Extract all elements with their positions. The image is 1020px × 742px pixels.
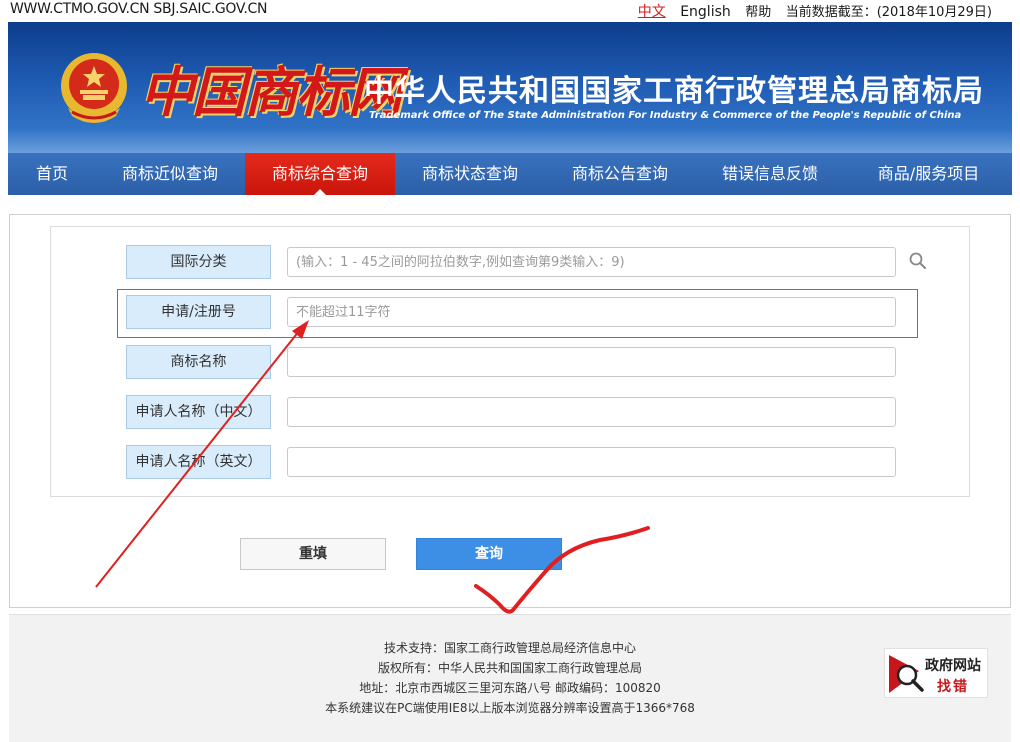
main-nav: 首页 商标近似查询 商标综合查询 商标状态查询 商标公告查询 错误信息反馈 商品… <box>8 153 1012 195</box>
label-intl-class: 国际分类 <box>126 245 271 279</box>
reset-button[interactable]: 重填 <box>240 538 386 570</box>
government-site-error-report-icon <box>889 655 924 693</box>
top-bar-right: 中文 English 帮助 当前数据截至：(2018年10月29日) <box>628 1 992 21</box>
nav-home[interactable]: 首页 <box>8 153 96 195</box>
national-emblem-icon <box>61 53 127 123</box>
top-bar: WWW.CTMO.GOV.CN SBJ.SAIC.GOV.CN 中文 Engli… <box>8 0 1012 22</box>
footer-address: 地址：北京市西城区三里河东路八号 邮政编码：100820 <box>359 681 661 695</box>
query-button[interactable]: 查询 <box>416 538 562 570</box>
site-banner: 中国商标网 中华人民共和国国家工商行政管理总局商标局 Trademark Off… <box>8 22 1012 153</box>
site-logo-calligraphy[interactable]: 中国商标网 <box>140 48 402 127</box>
intl-class-input[interactable] <box>287 247 896 277</box>
nav-similar-search[interactable]: 商标近似查询 <box>96 153 244 195</box>
label-applicant-cn: 申请人名称（中文） <box>126 395 271 429</box>
banner-gloss <box>8 129 1012 153</box>
page: WWW.CTMO.GOV.CN SBJ.SAIC.GOV.CN 中文 Engli… <box>0 0 1020 742</box>
footer-tech-support: 技术支持：国家工商行政管理总局经济信息中心 <box>383 641 636 655</box>
search-icon[interactable] <box>908 251 928 271</box>
badge-line2: 找错 <box>937 679 969 695</box>
lang-en-link[interactable]: English <box>680 4 731 20</box>
active-caret-icon <box>314 189 326 195</box>
label-reg-number: 申请/注册号 <box>126 295 271 329</box>
nav-goods-services[interactable]: 商品/服务项目 <box>845 153 1012 195</box>
applicant-en-input[interactable] <box>287 447 896 477</box>
nav-status-search[interactable]: 商标状态查询 <box>395 153 545 195</box>
label-applicant-en: 申请人名称（英文） <box>126 445 271 479</box>
gov-site-error-report-badge[interactable]: 政府网站 找错 <box>884 648 988 698</box>
nav-announcement-search[interactable]: 商标公告查询 <box>545 153 695 195</box>
footer-browser-note: 本系统建议在PC端使用IE8以上版本浏览器分辨率设置高于1366*768 <box>325 701 695 715</box>
applicant-cn-input[interactable] <box>287 397 896 427</box>
footer: 技术支持：国家工商行政管理总局经济信息中心 版权所有：中华人民共和国国家工商行政… <box>9 614 1011 742</box>
badge-line1: 政府网站 <box>925 658 981 674</box>
nav-comprehensive-search[interactable]: 商标综合查询 <box>245 153 395 195</box>
banner-subtitle: Trademark Office of The State Administra… <box>369 110 962 121</box>
reg-number-input[interactable] <box>287 297 896 327</box>
footer-copyright: 版权所有：中华人民共和国国家工商行政管理总局 <box>377 661 642 675</box>
banner-title: 中华人民共和国国家工商行政管理总局商标局 <box>364 74 984 109</box>
trademark-name-input[interactable] <box>287 347 896 377</box>
lang-zh-link[interactable]: 中文 <box>638 4 666 20</box>
nav-comprehensive-search-label: 商标综合查询 <box>271 164 368 183</box>
help-link[interactable]: 帮助 <box>745 5 771 20</box>
site-domains: WWW.CTMO.GOV.CN SBJ.SAIC.GOV.CN <box>10 1 268 17</box>
label-trademark-name: 商标名称 <box>126 345 271 379</box>
nav-error-feedback[interactable]: 错误信息反馈 <box>695 153 845 195</box>
data-date: 当前数据截至：(2018年10月29日) <box>785 5 992 20</box>
